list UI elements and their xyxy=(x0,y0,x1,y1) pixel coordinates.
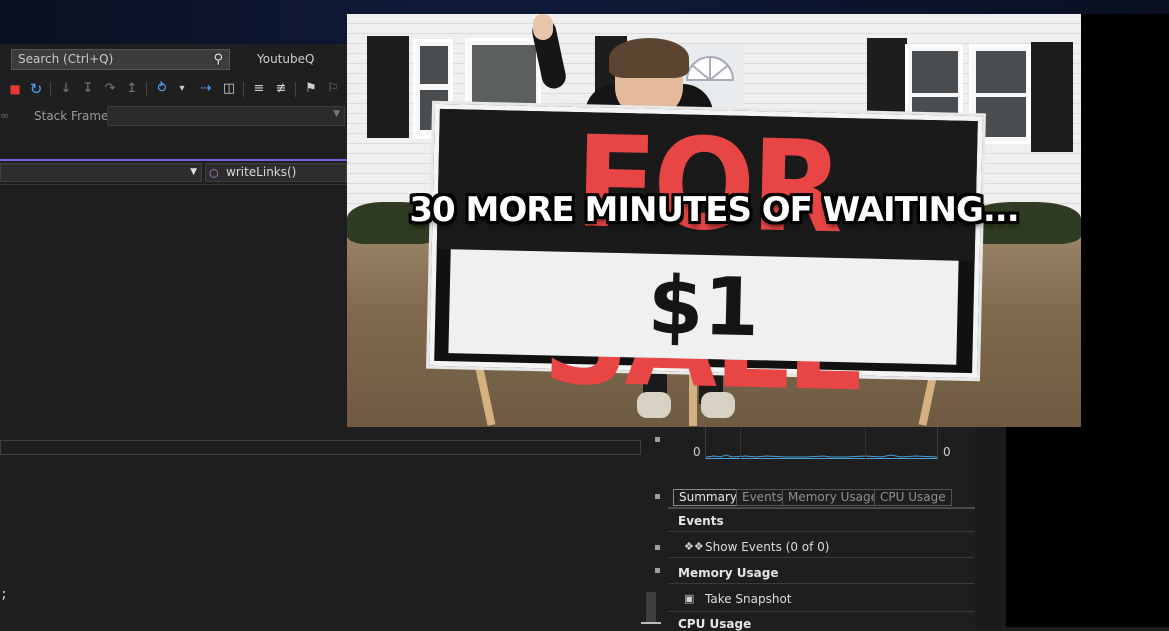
for-sale-sign: FOR SALE $1 xyxy=(429,103,983,420)
threads-icon[interactable]: ◫ xyxy=(221,80,237,98)
type-dropdown[interactable]: ▼ xyxy=(0,163,202,182)
method-icon: ⬡ xyxy=(209,167,219,180)
sign-price-panel: $1 xyxy=(448,249,959,365)
take-snapshot-button[interactable]: Take Snapshot xyxy=(705,592,792,606)
sign-price: $1 xyxy=(646,258,761,355)
stop-debugging-icon[interactable]: ■ xyxy=(7,80,23,98)
outdent-icon[interactable]: ≢ xyxy=(273,80,289,98)
step-over-icon[interactable]: ↷ xyxy=(102,80,118,98)
scrollbar-position-marker xyxy=(641,622,661,624)
splitter-grip[interactable] xyxy=(655,494,660,499)
search-placeholder: Search (Ctrl+Q) xyxy=(18,52,114,66)
bookmark-icon[interactable]: ⚑ xyxy=(303,80,319,98)
desktop-background xyxy=(1081,14,1169,427)
toolbar-separator xyxy=(243,82,244,97)
tab-events[interactable]: Events xyxy=(736,489,789,506)
window-shutter xyxy=(1031,42,1073,152)
tab-summary[interactable]: Summary xyxy=(673,489,743,506)
cpu-usage-heading: CPU Usage xyxy=(678,617,752,631)
search-input[interactable]: Search (Ctrl+Q) ⚲ xyxy=(11,49,230,70)
splitter-grip[interactable] xyxy=(655,568,660,573)
step-into-icon[interactable]: ↧ xyxy=(80,80,96,98)
section-divider xyxy=(668,557,974,558)
stack-frame-dropdown[interactable]: ▼ xyxy=(107,106,345,126)
person-hand xyxy=(533,14,553,40)
section-divider xyxy=(668,583,974,584)
member-dropdown[interactable]: ⬡ writeLinks() xyxy=(205,163,347,182)
toolbar-separator xyxy=(50,82,51,97)
stack-frame-icon: ∞ xyxy=(0,109,10,122)
tab-cpu-usage[interactable]: CPU Usage xyxy=(874,489,952,506)
events-icon[interactable]: ❖❖ xyxy=(684,540,704,553)
toolbar-separator xyxy=(295,82,296,97)
events-heading: Events xyxy=(678,514,724,528)
search-icon[interactable]: ⚲ xyxy=(213,52,223,67)
find-bar[interactable] xyxy=(0,440,641,455)
window-shutter xyxy=(367,36,409,138)
solution-name: YoutubeQ xyxy=(257,52,315,66)
show-next-statement-icon[interactable]: ↓ xyxy=(58,80,74,98)
step-out-icon[interactable]: ↥ xyxy=(124,80,140,98)
code-text[interactable]: ; xyxy=(0,587,8,602)
graph-left-axis-value: 0 xyxy=(693,445,701,459)
graph-right-axis-value: 0 xyxy=(943,445,951,459)
splitter-grip[interactable] xyxy=(655,545,660,550)
hot-reload-icon[interactable]: ⥁ xyxy=(154,80,170,98)
stack-frame-label: Stack Frame: xyxy=(34,109,113,123)
memory-usage-heading: Memory Usage xyxy=(678,566,779,580)
sign-top-panel: FOR SALE xyxy=(436,108,978,420)
section-divider xyxy=(668,531,974,532)
graph-gridline xyxy=(740,427,741,459)
video-player[interactable]: FOR SALE $1 30 MORE MINUTES OF WAITING..… xyxy=(347,14,1081,427)
code-editor[interactable] xyxy=(0,185,347,427)
person-hair xyxy=(609,38,689,78)
tab-memory-usage[interactable]: Memory Usage xyxy=(782,489,885,506)
member-name: writeLinks() xyxy=(226,165,297,179)
toolbar-separator xyxy=(146,82,147,97)
desktop-background xyxy=(1006,427,1169,627)
camera-icon[interactable]: ▣ xyxy=(684,592,694,605)
chevron-down-icon: ▼ xyxy=(190,167,197,177)
panel-margin xyxy=(975,427,1006,627)
breakpoint-icon[interactable]: ⇢ xyxy=(198,80,214,98)
chevron-down-icon: ▼ xyxy=(333,109,340,119)
indent-icon[interactable]: ≡ xyxy=(251,80,267,98)
graph-gridline xyxy=(865,427,866,459)
show-events-link[interactable]: Show Events (0 of 0) xyxy=(705,540,829,554)
scrollbar-thumb[interactable] xyxy=(646,592,656,622)
section-divider xyxy=(668,611,974,612)
dropdown-arrow-icon[interactable]: ▾ xyxy=(174,80,190,98)
code-editor-lower[interactable] xyxy=(0,427,668,627)
restart-icon[interactable]: ↻ xyxy=(28,80,44,98)
next-bookmark-icon[interactable]: ⚐ xyxy=(325,80,341,98)
video-caption: 30 MORE MINUTES OF WAITING... xyxy=(409,190,1019,230)
splitter-grip[interactable] xyxy=(655,437,660,442)
